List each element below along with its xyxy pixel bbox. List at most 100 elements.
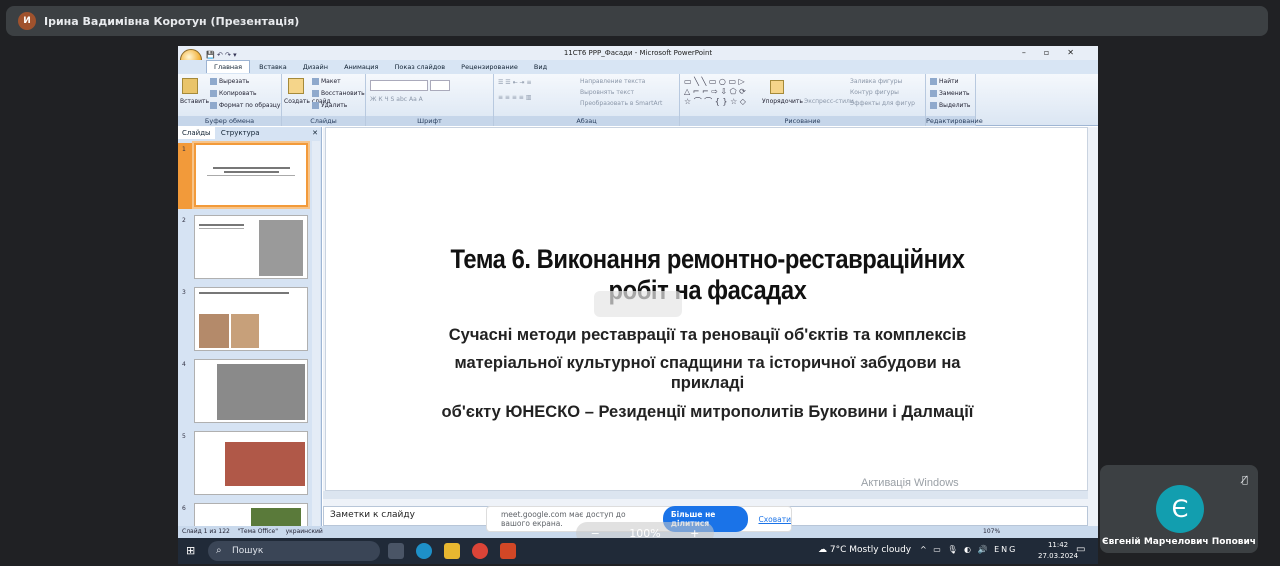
chrome-icon[interactable]	[472, 543, 488, 559]
thumb-text-line	[212, 167, 290, 169]
weather-text: 7°C Mostly cloudy	[829, 545, 912, 555]
shape-fill-button[interactable]: Заливка фигуры	[850, 78, 902, 85]
horizontal-scrollbar[interactable]	[323, 491, 1088, 499]
notes-placeholder: Заметки к слайду	[330, 510, 415, 520]
clock[interactable]: 11:42 27.03.2024	[1038, 540, 1078, 562]
shape-outline-button[interactable]: Контур фигуры	[850, 89, 899, 96]
tab-slides[interactable]: Слайды	[178, 127, 215, 139]
close-panel-icon[interactable]: ✕	[308, 127, 322, 139]
system-tray[interactable]: ^ ▭ 🎙 ◐ 🔊 ENG	[920, 545, 1017, 554]
thumb-number: 2	[182, 217, 186, 224]
participant-tile[interactable]: 🎙̸ Є Євгеній Марчелович Попович	[1100, 465, 1258, 553]
windows-start-icon[interactable]: ⊞	[186, 544, 195, 557]
task-view-icon[interactable]	[388, 543, 404, 559]
panel-scrollbar[interactable]	[312, 141, 320, 536]
panel-tabs: Слайды Структура ✕	[178, 127, 322, 139]
group-label: Редактирование	[926, 116, 983, 126]
format-painter-button[interactable]: Формат по образцу	[210, 102, 280, 109]
reset-button[interactable]: Восстановить	[312, 90, 365, 97]
align-buttons[interactable]: ≡ ≡ ≡ ≡ ▥	[498, 94, 531, 101]
smartart-button[interactable]: Преобразовать в SmartArt	[580, 100, 662, 107]
copy-label: Копировать	[219, 90, 257, 97]
thumb-text-line	[207, 175, 295, 176]
edge-icon[interactable]	[416, 543, 432, 559]
new-slide-icon	[288, 78, 304, 94]
tab-outline[interactable]: Структура	[217, 127, 264, 139]
thumb-number: 4	[182, 361, 186, 368]
tab-insert[interactable]: Вставка	[252, 60, 294, 74]
tab-view[interactable]: Вид	[527, 60, 554, 74]
windows-activation-watermark: Активація Windows	[861, 477, 959, 489]
slide-thumbnail-3[interactable]	[194, 287, 308, 351]
replace-icon	[930, 90, 937, 97]
arrange-button[interactable]: Упорядочить	[762, 98, 803, 105]
paste-icon	[182, 78, 198, 94]
paste-button[interactable]: Вставить	[180, 98, 209, 105]
slide-thumbnail-1[interactable]	[194, 143, 308, 207]
text-direction-button[interactable]: Направление текста	[580, 78, 645, 85]
format-painter-label: Формат по образцу	[219, 102, 281, 109]
group-drawing: ▭ ╲ ╲ ▭ ○ ▭ ▷ △ ⌐ ⌐ ⇨ ⇩ ⬠ ⟳ ☆ ⌒ ⌒ { } ☆ ◇ …	[680, 74, 926, 126]
slides-panel: Слайды Структура ✕ 1 2 3 4 5 6	[178, 127, 322, 537]
reset-label: Восстановить	[321, 90, 365, 97]
search-placeholder: Пошук	[232, 546, 264, 556]
slide-thumbnail-4[interactable]	[194, 359, 308, 423]
tab-design[interactable]: Дизайн	[296, 60, 335, 74]
weather-widget[interactable]: ☁ 7°C Mostly cloudy	[818, 545, 911, 555]
file-explorer-icon[interactable]	[444, 543, 460, 559]
select-button[interactable]: Выделить	[930, 102, 970, 109]
language-indicator[interactable]: ENG	[994, 545, 1017, 554]
tab-animation[interactable]: Анимация	[337, 60, 385, 74]
align-text-button[interactable]: Выровнять текст	[580, 89, 634, 96]
tab-review[interactable]: Рецензирование	[454, 60, 525, 74]
date: 27.03.2024	[1038, 552, 1079, 560]
thumb-text-line	[223, 171, 279, 173]
cut-button[interactable]: Вырезать	[210, 78, 249, 85]
tab-slideshow[interactable]: Показ слайдов	[388, 60, 453, 74]
thumb-text-line	[199, 292, 289, 294]
language: украинский	[285, 528, 323, 535]
group-label: Абзац	[494, 116, 679, 126]
mic-muted-icon: 🎙̸	[1241, 475, 1248, 486]
cut-label: Вырезать	[219, 78, 250, 85]
group-clipboard: Вставить Вырезать Копировать Формат по о…	[178, 74, 282, 126]
tab-home[interactable]: Главная	[206, 60, 251, 73]
group-label: Слайды	[282, 116, 365, 126]
time: 11:42	[1047, 541, 1069, 549]
copy-button[interactable]: Копировать	[210, 90, 256, 97]
group-slides: Создать слайд Макет Восстановить Удалить…	[282, 74, 366, 126]
slide-title-line: Тема 6. Виконання ремонтно-реставраційни…	[450, 244, 965, 274]
font-format-buttons[interactable]: Ж К Ч S abc Аа A	[370, 96, 423, 103]
slide-title-line: робіт на фасадах	[608, 275, 807, 305]
replace-label: Заменить	[939, 90, 970, 97]
zoom-level[interactable]: 107%	[983, 526, 1000, 538]
font-name-select[interactable]	[370, 80, 428, 91]
ppt-titlebar: 💾 ↶ ↷ ▾ 11СТ6 РРР_Фасади - Microsoft Pow…	[178, 46, 1098, 60]
delete-button[interactable]: Удалить	[312, 102, 347, 109]
hide-notice-link[interactable]: Сховати	[758, 515, 791, 524]
slide-editor: Тема 6. Виконання ремонтно-реставраційни…	[323, 127, 1098, 537]
thumb-number: 3	[182, 289, 186, 296]
taskbar-search[interactable]: ⌕ Пошук	[208, 541, 380, 561]
current-slide[interactable]: Тема 6. Виконання ремонтно-реставраційни…	[325, 127, 1088, 491]
group-label: Рисование	[680, 116, 925, 126]
delete-icon	[312, 102, 319, 109]
find-button[interactable]: Найти	[930, 78, 958, 85]
notification-icon[interactable]: ▭	[1076, 544, 1085, 555]
quick-styles-button[interactable]: Экспресс-стили	[804, 98, 854, 105]
thumb-photo	[259, 220, 303, 276]
shape-effects-button[interactable]: Эффекты для фигур	[850, 100, 915, 107]
group-label: Шрифт	[366, 116, 493, 126]
replace-button[interactable]: Заменить	[930, 90, 970, 97]
thumb-photo	[225, 442, 305, 486]
shapes-gallery[interactable]: ▭ ╲ ╲ ▭ ○ ▭ ▷ △ ⌐ ⌐ ⇨ ⇩ ⬠ ⟳ ☆ ⌒ ⌒ { } ☆ ◇	[684, 77, 746, 107]
font-size-select[interactable]	[430, 80, 450, 91]
window-controls[interactable]: –▫✕	[1022, 46, 1092, 60]
thumb-text-line	[199, 228, 244, 229]
list-buttons[interactable]: ☰ ☰ ⇤ ⇥ ≡	[498, 79, 531, 86]
layout-button[interactable]: Макет	[312, 78, 341, 85]
powerpoint-icon[interactable]	[500, 543, 516, 559]
slide-thumbnail-2[interactable]	[194, 215, 308, 279]
toolbar-pill-overlay	[594, 291, 682, 317]
slide-thumbnail-5[interactable]	[194, 431, 308, 495]
